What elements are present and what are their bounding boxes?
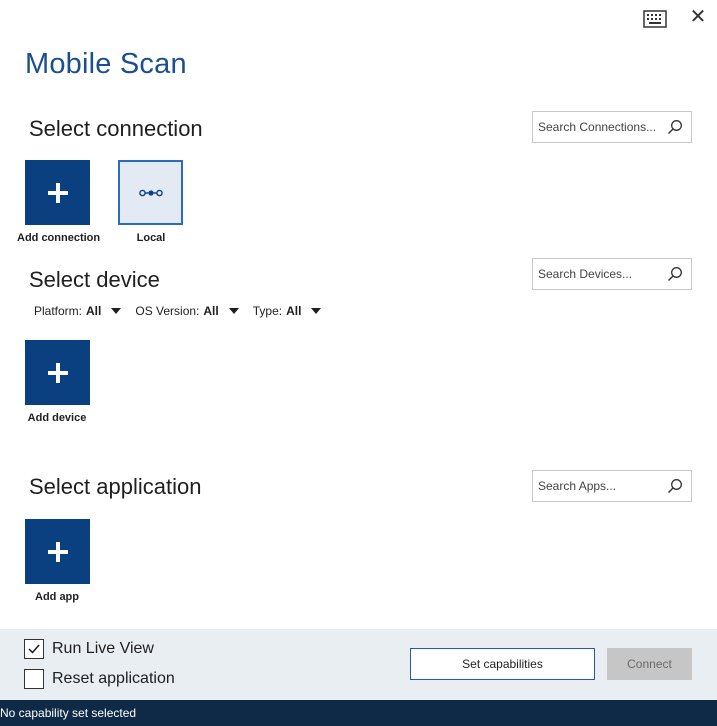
status-text: No capability set selected xyxy=(0,706,137,720)
os-version-filter-value: All xyxy=(203,304,219,318)
chevron-down-icon xyxy=(228,308,239,314)
run-live-view-label: Run Live View xyxy=(52,640,154,657)
plus-icon xyxy=(47,182,68,203)
app-title: Mobile Scan xyxy=(25,48,187,80)
reset-application-checkbox[interactable] xyxy=(24,669,44,689)
add-app-button[interactable] xyxy=(25,519,90,584)
close-icon[interactable]: ✕ xyxy=(688,7,708,27)
connect-button[interactable]: Connect xyxy=(607,648,692,680)
status-bar: No capability set selected xyxy=(0,700,717,726)
search-icon[interactable] xyxy=(661,471,689,501)
checkmark-icon xyxy=(28,644,40,654)
platform-filter[interactable]: Platform: All xyxy=(34,304,122,318)
add-connection-button[interactable] xyxy=(25,160,90,225)
search-apps-box xyxy=(532,470,692,502)
type-filter-label: Type: xyxy=(252,304,283,318)
chevron-down-icon xyxy=(111,308,122,314)
add-connection-label: Add connection xyxy=(17,232,101,244)
local-connection-tile[interactable] xyxy=(118,160,183,225)
connection-dots-icon xyxy=(138,189,163,196)
options-panel: Run Live View Reset application Set capa… xyxy=(0,629,717,700)
search-icon[interactable] xyxy=(661,259,689,289)
search-devices-input[interactable] xyxy=(533,259,661,289)
select-connection-title: Select connection xyxy=(29,116,203,141)
search-devices-box xyxy=(532,258,692,290)
select-application-title: Select application xyxy=(29,474,202,499)
search-connections-input[interactable] xyxy=(533,112,661,142)
select-device-title: Select device xyxy=(29,267,160,292)
add-device-label: Add device xyxy=(27,412,87,424)
platform-filter-label: Platform: xyxy=(34,304,83,318)
keyboard-icon[interactable] xyxy=(643,10,667,28)
plus-icon xyxy=(47,362,68,383)
set-capabilities-button[interactable]: Set capabilities xyxy=(410,648,595,680)
device-filters: Platform: All OS Version: All Type: All xyxy=(34,304,335,318)
run-live-view-checkbox[interactable] xyxy=(24,639,44,659)
type-filter[interactable]: Type: All xyxy=(253,304,322,318)
run-live-view-option[interactable]: Run Live View xyxy=(24,639,154,659)
platform-filter-value: All xyxy=(86,304,102,318)
plus-icon xyxy=(47,541,68,562)
chevron-down-icon xyxy=(311,308,322,314)
type-filter-value: All xyxy=(286,304,302,318)
reset-application-option[interactable]: Reset application xyxy=(24,669,175,689)
add-device-button[interactable] xyxy=(25,340,90,405)
search-connections-box xyxy=(532,111,692,143)
local-connection-label: Local xyxy=(136,232,166,244)
search-icon[interactable] xyxy=(661,112,689,142)
add-app-label: Add app xyxy=(35,591,79,603)
search-apps-input[interactable] xyxy=(533,471,661,501)
os-version-filter-label: OS Version: xyxy=(135,304,200,318)
reset-application-label: Reset application xyxy=(52,670,175,687)
os-version-filter[interactable]: OS Version: All xyxy=(135,304,239,318)
